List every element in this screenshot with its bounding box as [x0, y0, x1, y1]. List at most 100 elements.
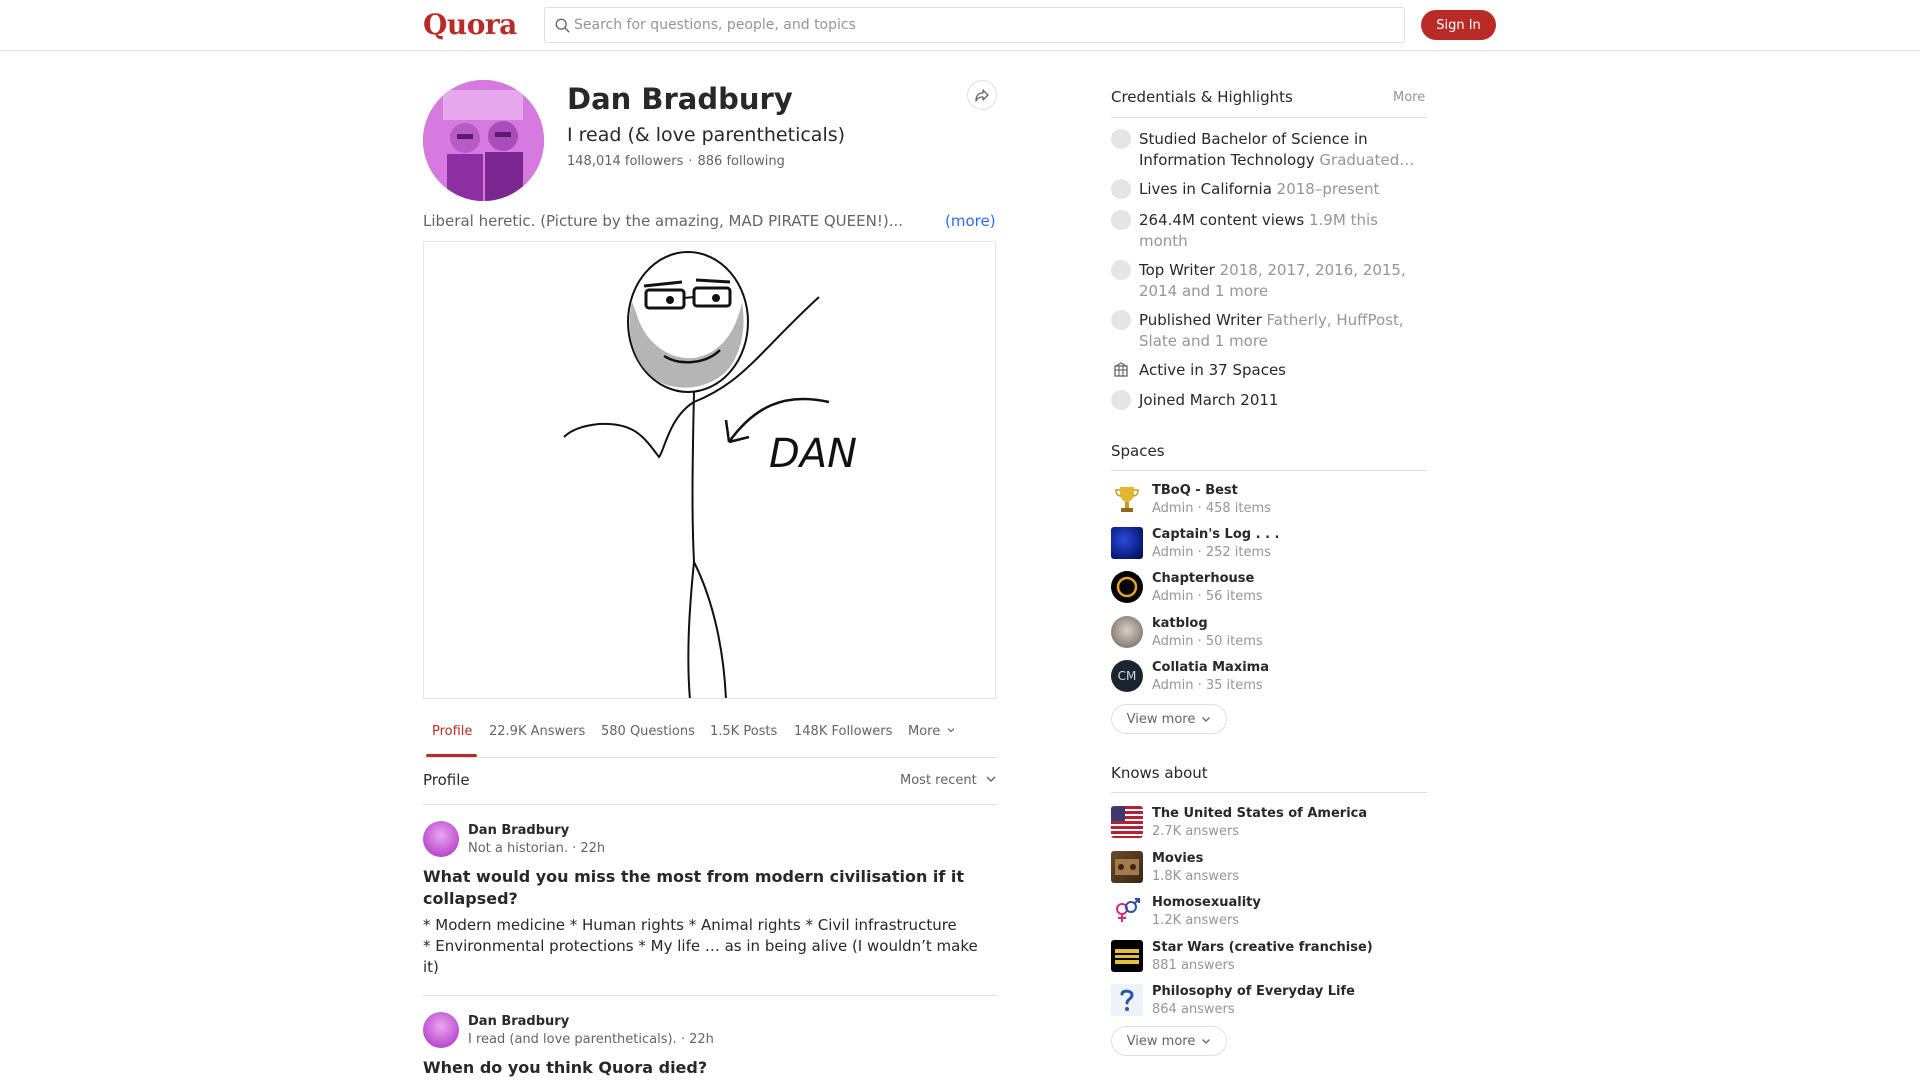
sort-dropdown[interactable]: Most recent	[900, 773, 997, 788]
feed-question-title[interactable]: What would you miss the most from modern…	[423, 866, 996, 910]
tab-more-label: More	[908, 724, 941, 739]
view-more-label: View more	[1126, 711, 1196, 727]
cm-icon-text: CM	[1117, 669, 1137, 683]
profile-tagline: I read (& love parentheticals)	[567, 124, 846, 146]
space-item[interactable]: Captain's Log . . . Admin · 252 items	[1111, 525, 1427, 561]
following-count[interactable]: 886 following	[698, 154, 785, 169]
credential-sub: 2018–present	[1276, 180, 1380, 198]
share-button[interactable]	[967, 80, 997, 110]
knows-about-view-more-button[interactable]: View more	[1111, 1026, 1227, 1056]
space-name: TBoQ - Best	[1152, 483, 1238, 498]
section-divider	[423, 804, 996, 805]
tab-answers[interactable]: 22.9K Answers	[489, 724, 585, 739]
feed-divider	[423, 995, 996, 996]
credential-joined: Joined March 2011	[1111, 390, 1427, 411]
tab-more[interactable]: More	[908, 724, 956, 739]
profile-name: Dan Bradbury	[567, 82, 793, 116]
credentials-divider	[1111, 117, 1427, 118]
credential-education: Studied Bachelor of Science in Informatio…	[1111, 129, 1427, 171]
active-tab-indicator	[426, 754, 477, 757]
topic-name: Philosophy of Everyday Life	[1152, 984, 1355, 999]
profile-bio: Liberal heretic. (Picture by the amazing…	[423, 212, 903, 230]
profile-avatar[interactable]	[423, 80, 544, 201]
top-writer-icon	[1111, 260, 1131, 280]
credential-text: Published Writer	[1139, 311, 1262, 329]
topic-meta: 1.8K answers	[1152, 869, 1240, 884]
topic-meta: 2.7K answers	[1152, 824, 1240, 839]
space-name: Chapterhouse	[1152, 571, 1255, 586]
chevron-down-icon	[1202, 717, 1211, 722]
topic-item[interactable]: Philosophy of Everyday Life 864 answers	[1111, 982, 1427, 1018]
topic-item[interactable]: Movies 1.8K answers	[1111, 849, 1427, 885]
spaces-icon	[1114, 362, 1128, 377]
tab-questions[interactable]: 580 Questions	[601, 724, 695, 739]
top-header: Quora Search for questions, people, and …	[0, 0, 1920, 51]
separator-dot: ·	[688, 154, 693, 169]
credential-sub: month	[1139, 232, 1188, 250]
space-meta: Admin · 35 items	[1152, 678, 1263, 693]
topic-item[interactable]: Homosexuality 1.2K answers	[1111, 893, 1427, 929]
feed-author-name[interactable]: Dan Bradbury	[468, 1014, 569, 1029]
avatar-photo	[423, 80, 544, 201]
eclipse-icon	[1111, 571, 1143, 603]
feed-author-avatar[interactable]	[423, 821, 459, 857]
topic-meta: 881 answers	[1152, 958, 1235, 973]
space-name: Collatia Maxima	[1152, 660, 1269, 675]
drawing-label: DAN	[769, 431, 857, 477]
search-icon	[555, 18, 570, 33]
space-item[interactable]: Chapterhouse Admin · 56 items	[1111, 569, 1427, 605]
credential-text: Lives in California	[1139, 180, 1272, 198]
credential-sub: 2018, 2017, 2016, 2015,	[1219, 261, 1406, 279]
space-item[interactable]: TBoQ - Best Admin · 458 items	[1111, 481, 1427, 517]
chevron-down-icon	[1202, 1039, 1211, 1044]
film-reel-icon	[1111, 851, 1143, 883]
feed-author-avatar[interactable]	[423, 1012, 459, 1048]
credential-sub: Fatherly, HuffPost,	[1266, 311, 1404, 329]
quora-logo[interactable]: Quora	[423, 8, 517, 41]
bio-more-link[interactable]: (more)	[945, 212, 996, 230]
credential-text: Top Writer	[1139, 261, 1215, 279]
space-meta: Admin · 56 items	[1152, 589, 1263, 604]
feed-body-line: * Environmental protections * My life … …	[423, 937, 978, 955]
location-icon	[1111, 179, 1131, 199]
credential-published-writer: Published Writer Fatherly, HuffPost, Slat…	[1111, 310, 1427, 352]
feed-body[interactable]: * Modern medicine * Human rights * Anima…	[423, 915, 996, 978]
tab-followers[interactable]: 148K Followers	[794, 724, 892, 739]
space-name: Captain's Log . . .	[1152, 527, 1280, 542]
credentials-more-link[interactable]: More	[1393, 90, 1425, 105]
sign-in-button[interactable]: Sign In	[1421, 10, 1496, 40]
space-meta: Admin · 458 items	[1152, 501, 1271, 516]
space-item[interactable]: CM Collatia Maxima Admin · 35 items	[1111, 658, 1427, 694]
credential-sub: Graduated…	[1319, 151, 1415, 169]
search-input[interactable]: Search for questions, people, and topics	[544, 7, 1405, 43]
space-meta: Admin · 50 items	[1152, 634, 1263, 649]
credential-spaces: Active in 37 Spaces	[1111, 360, 1427, 381]
space-meta: Admin · 252 items	[1152, 545, 1271, 560]
credential-top-writer: Top Writer 2018, 2017, 2016, 2015, 2014 a…	[1111, 260, 1427, 302]
topic-name: Star Wars (creative franchise)	[1152, 940, 1373, 955]
chevron-down-icon	[947, 728, 955, 733]
feed-author-name[interactable]: Dan Bradbury	[468, 823, 569, 838]
feed-meta: I read (and love parentheticals). · 22h	[468, 1032, 714, 1047]
credential-text: Studied Bachelor of Science in	[1139, 130, 1368, 148]
credentials-title: Credentials & Highlights	[1111, 88, 1293, 106]
topic-item[interactable]: The United States of America 2.7K answer…	[1111, 804, 1427, 840]
us-flag-icon	[1111, 806, 1143, 838]
feed-question-title[interactable]: When do you think Quora died?	[423, 1057, 996, 1079]
credential-location: Lives in California 2018–present	[1111, 179, 1427, 200]
knows-about-divider	[1111, 792, 1427, 793]
topic-name: The United States of America	[1152, 806, 1368, 821]
knows-about-title: Knows about	[1111, 764, 1208, 782]
star-wars-icon	[1111, 940, 1143, 972]
tab-profile[interactable]: Profile	[432, 724, 472, 739]
spaces-view-more-button[interactable]: View more	[1111, 704, 1227, 734]
space-item[interactable]: katblog Admin · 50 items	[1111, 614, 1427, 650]
joined-icon	[1111, 390, 1131, 410]
topic-item[interactable]: Star Wars (creative franchise) 881 answe…	[1111, 938, 1427, 974]
cat-icon	[1111, 616, 1143, 648]
credential-text: Active in 37 Spaces	[1139, 361, 1286, 379]
gender-symbols-icon	[1111, 895, 1143, 927]
followers-count[interactable]: 148,014 followers	[567, 154, 683, 169]
credential-sub: 1.9M this	[1309, 211, 1378, 229]
tab-posts[interactable]: 1.5K Posts	[710, 724, 777, 739]
